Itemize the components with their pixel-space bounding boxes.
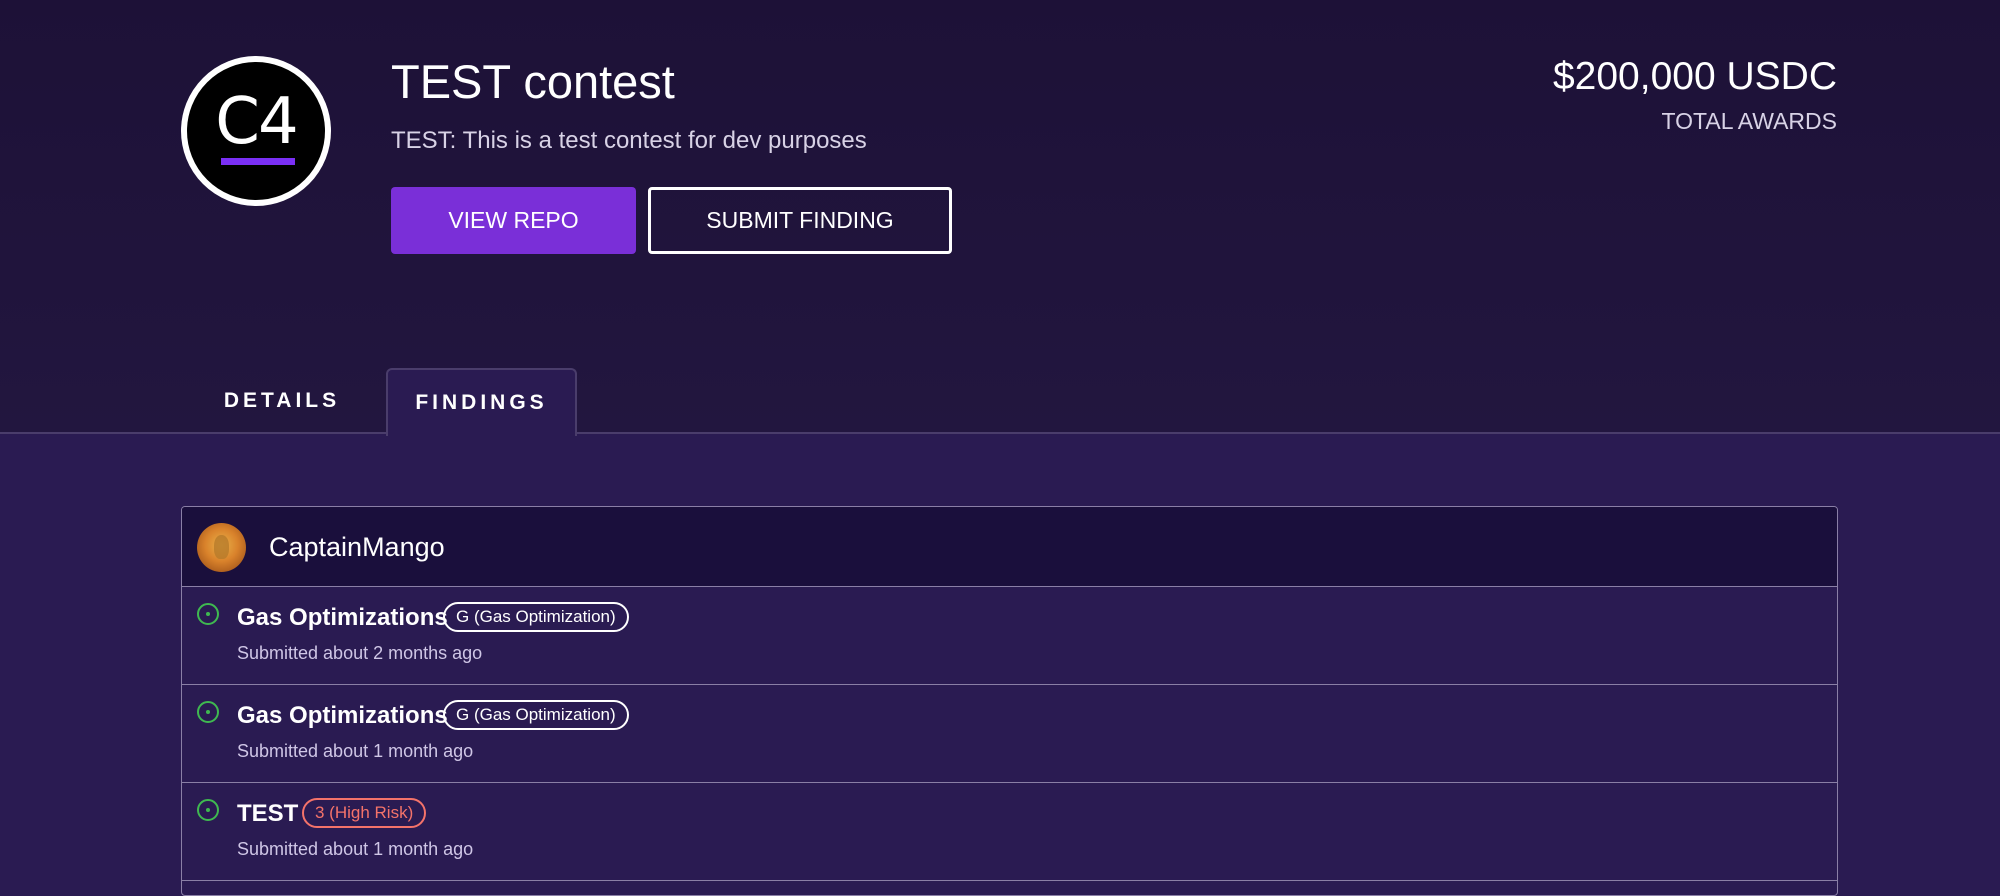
logo-text: C4 bbox=[215, 85, 298, 159]
finding-row[interactable]: TEST 3 (High Risk) Submitted about 1 mon… bbox=[182, 783, 1837, 881]
submit-finding-button[interactable]: SUBMIT FINDING bbox=[648, 187, 952, 254]
logo-underline bbox=[221, 158, 295, 165]
contest-logo: C4 bbox=[181, 56, 331, 206]
risk-badge: 3 (High Risk) bbox=[302, 798, 427, 828]
risk-badge: G (Gas Optimization) bbox=[443, 602, 629, 632]
avatar-figure bbox=[214, 535, 229, 559]
tab-details[interactable]: DETAILS bbox=[182, 368, 382, 434]
finding-title[interactable]: Gas Optimizations bbox=[237, 699, 448, 733]
total-awards-amount: $200,000 USDC bbox=[1552, 55, 1837, 98]
circle-dot-icon bbox=[197, 799, 219, 821]
total-awards-label: TOTAL AWARDS bbox=[1661, 108, 1837, 134]
warden-header: CaptainMango bbox=[182, 507, 1837, 587]
findings-card: CaptainMango Gas Optimizations G (Gas Op… bbox=[181, 506, 1838, 896]
finding-submitted: Submitted about 1 month ago bbox=[237, 839, 474, 859]
finding-row[interactable]: Gas Optimizations G (Gas Optimization) S… bbox=[182, 685, 1837, 783]
circle-dot-icon bbox=[197, 701, 219, 723]
avatar bbox=[197, 523, 246, 572]
view-repo-button[interactable]: VIEW REPO bbox=[391, 187, 636, 254]
contest-title: TEST contest bbox=[391, 55, 675, 108]
circle-dot-icon bbox=[197, 603, 219, 625]
finding-title[interactable]: TEST bbox=[237, 797, 298, 831]
risk-badge: G (Gas Optimization) bbox=[443, 700, 629, 730]
finding-row[interactable]: Gas Optimizations G (Gas Optimization) S… bbox=[182, 587, 1837, 685]
warden-username[interactable]: CaptainMango bbox=[269, 527, 445, 567]
contest-header: C4 TEST contest TEST: This is a test con… bbox=[0, 0, 2000, 436]
finding-submitted: Submitted about 1 month ago bbox=[237, 741, 474, 761]
finding-title[interactable]: Gas Optimizations bbox=[237, 601, 448, 635]
tab-findings[interactable]: FINDINGS bbox=[386, 368, 577, 436]
contest-description: TEST: This is a test contest for dev pur… bbox=[391, 127, 867, 154]
finding-submitted: Submitted about 2 months ago bbox=[237, 643, 483, 663]
